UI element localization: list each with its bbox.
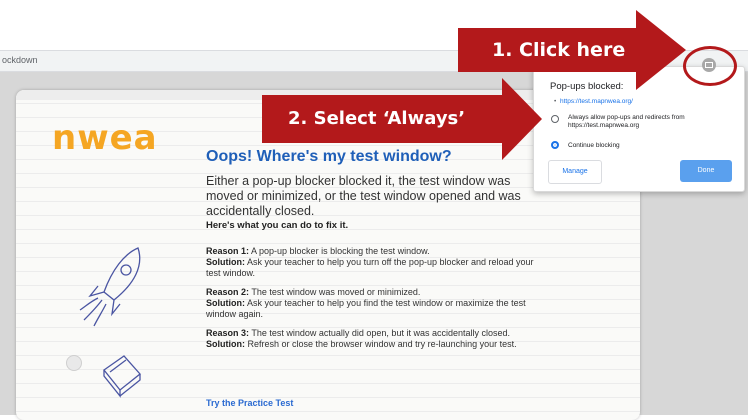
nwea-logo: nwea — [52, 118, 158, 158]
reason-label: Reason 3: — [206, 328, 250, 338]
reason-label: Reason 2: — [206, 287, 250, 297]
reason-text: A pop-up blocker is blocking the test wi… — [249, 246, 430, 256]
solution-text: Ask your teacher to help you find the te… — [206, 298, 526, 319]
continue-blocking-label[interactable]: Continue blocking — [568, 142, 620, 149]
arrow-right-icon — [636, 10, 686, 90]
reason-1: Reason 1: A pop-up blocker is blocking t… — [206, 246, 546, 279]
popup-blocked-icon[interactable] — [702, 58, 716, 72]
page-title: Oops! Where's my test window? — [206, 148, 452, 165]
solution-label: Solution: — [206, 339, 245, 349]
blocked-url-link[interactable]: https://test.mapnwea.org/ — [560, 98, 633, 105]
solution-label: Solution: — [206, 257, 245, 267]
intro-text: Either a pop-up blocker blocked it, the … — [206, 174, 521, 218]
reason-label: Reason 1: — [206, 246, 250, 256]
url-text: ockdown — [2, 55, 38, 65]
rocket-sketch-icon — [79, 247, 141, 327]
always-allow-radio[interactable] — [551, 115, 559, 123]
reason-text: The test window actually did open, but i… — [249, 328, 510, 338]
practice-test-link[interactable]: Try the Practice Test — [206, 398, 293, 408]
continue-blocking-radio[interactable] — [551, 141, 559, 149]
callout-step-2: 2. Select ‘Always’ — [262, 95, 502, 143]
popup-title: Pop-ups blocked: — [550, 81, 624, 92]
reason-text: The test window was moved or minimized. — [249, 287, 421, 297]
callout-step-1: 1. Click here — [458, 28, 636, 72]
manage-button[interactable]: Manage — [548, 160, 602, 184]
book-sketch-icon — [103, 355, 141, 398]
reason-2: Reason 2: The test window was moved or m… — [206, 287, 546, 320]
binder-hole — [66, 355, 82, 371]
done-button[interactable]: Done — [680, 160, 732, 182]
solution-text: Ask your teacher to help you turn off th… — [206, 257, 534, 278]
bullet: • — [554, 98, 557, 105]
solution-text: Refresh or close the browser window and … — [245, 339, 517, 349]
arrow-right-icon — [502, 78, 542, 160]
solution-label: Solution: — [206, 298, 245, 308]
always-allow-label[interactable]: Always allow pop-ups and redirects from … — [568, 114, 738, 130]
fix-heading: Here's what you can do to fix it. — [206, 220, 349, 231]
reason-3: Reason 3: The test window actually did o… — [206, 328, 546, 350]
